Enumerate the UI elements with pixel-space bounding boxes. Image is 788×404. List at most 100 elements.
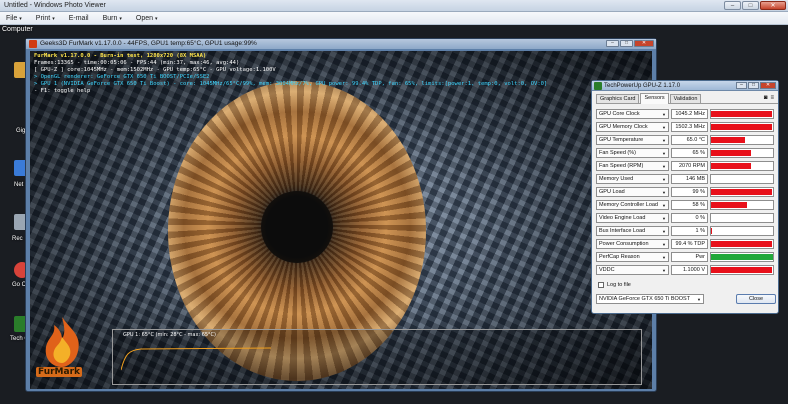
sensor-graph-fill [711, 188, 773, 195]
pupil [261, 191, 333, 263]
sensor-row: Bus Interface Load ▼ 1 % [596, 224, 774, 237]
sensor-row: VDDC ▼ 1.1000 V [596, 263, 774, 276]
menu-email[interactable]: E-mail [69, 15, 89, 22]
sensor-graph-fill [711, 136, 746, 143]
sensor-name-dropdown[interactable]: Memory Used ▼ [596, 173, 669, 184]
sensor-value: 2070 RPM [671, 160, 708, 171]
chevron-down-icon: ▼ [662, 137, 666, 143]
hud-line-test: FurMark v1.17.0.0 - Burn-in test, 1280x7… [34, 53, 207, 59]
sensor-graph [710, 147, 774, 158]
chevron-down-icon: ▼ [662, 254, 666, 260]
sensor-value: 99 % [671, 186, 708, 197]
sensor-name-dropdown[interactable]: Power Consumption ▼ [596, 238, 669, 249]
flame-icon [45, 317, 79, 367]
menu-burn[interactable]: Burn ▾ [103, 15, 122, 22]
sensor-graph-fill [711, 162, 752, 169]
chevron-down-icon: ▾ [155, 15, 158, 22]
sensor-row: Fan Speed (%) ▼ 65 % [596, 146, 774, 159]
desktop-computer-label: Computer [2, 26, 33, 33]
sensor-value: 99.4 % TDP [671, 238, 708, 249]
tab-validation[interactable]: Validation [669, 94, 702, 103]
sensor-graph-fill [711, 240, 773, 247]
tab-sensors[interactable]: Sensors [640, 93, 669, 104]
close-gpuz-button[interactable]: Close [736, 294, 776, 304]
sensor-value: 1.1000 V [671, 264, 708, 275]
sensor-graph-fill [711, 149, 752, 156]
gpuz-footer: NVIDIA GeForce GTX 650 Ti BOOST ▼ Close [596, 294, 778, 304]
sensor-name: Bus Interface Load [599, 227, 646, 234]
close-button[interactable]: ✕ [760, 1, 786, 10]
tab-graphics-card[interactable]: Graphics Card [596, 94, 640, 103]
sensor-name: PerfCap Reason [599, 253, 640, 260]
sensor-value: 1 % [671, 225, 708, 236]
maximize-button[interactable]: □ [620, 40, 633, 47]
sensor-row: GPU Temperature ▼ 65.0 °C [596, 133, 774, 146]
gpuz-tabs: Graphics Card Sensors Validation ◙ ≡ [596, 93, 778, 104]
maximize-button[interactable]: □ [742, 1, 759, 10]
chevron-down-icon: ▼ [662, 215, 666, 221]
close-button[interactable]: ✕ [634, 40, 654, 47]
sensor-graph [710, 225, 774, 236]
gpuz-app-icon [594, 82, 602, 90]
sensor-graph [710, 121, 774, 132]
tab-tools: ◙ ≡ [764, 95, 774, 101]
sensor-row: GPU Core Clock ▼ 1045.2 MHz [596, 107, 774, 120]
log-to-file-row: Log to file [598, 282, 778, 288]
sensor-name-dropdown[interactable]: Fan Speed (%) ▼ [596, 147, 669, 158]
sensor-name-dropdown[interactable]: GPU Core Clock ▼ [596, 108, 669, 119]
gpu-select-value: NVIDIA GeForce GTX 650 Ti BOOST [599, 296, 691, 302]
chevron-down-icon: ▾ [52, 15, 55, 22]
sensor-name: GPU Memory Clock [599, 123, 648, 130]
menu-open[interactable]: Open ▾ [136, 15, 158, 22]
sensor-name-dropdown[interactable]: GPU Memory Clock ▼ [596, 121, 669, 132]
sensor-name: Fan Speed (%) [599, 149, 636, 156]
camera-icon[interactable]: ◙ [764, 95, 768, 101]
sensor-graph-fill [711, 227, 712, 234]
sensor-name-dropdown[interactable]: VDDC ▼ [596, 264, 669, 275]
sensor-name-dropdown[interactable]: Video Engine Load ▼ [596, 212, 669, 223]
furmark-logo-text: FurMark [36, 367, 82, 377]
sensor-name-dropdown[interactable]: GPU Load ▼ [596, 186, 669, 197]
sensor-name-dropdown[interactable]: Memory Controller Load ▼ [596, 199, 669, 210]
desktop-icon-label: Net [14, 182, 24, 188]
minimize-button[interactable]: – [724, 1, 741, 10]
photo-viewer-titlebar: Untitled - Windows Photo Viewer – □ ✕ [0, 0, 788, 12]
sensor-graph [710, 173, 774, 184]
sensor-value: Pwr [671, 251, 708, 262]
graph-label: GPU 1: 65°C (min: 28°C - max: 65°C) [123, 332, 216, 338]
gpuz-window: TechPowerUp GPU-Z 1.17.0 – □ ✕ Graphics … [591, 80, 779, 314]
desktop-icon-label: Gig [16, 128, 26, 134]
sensor-name-dropdown[interactable]: PerfCap Reason ▼ [596, 251, 669, 262]
sensor-graph-fill [711, 253, 773, 260]
hud-line-renderer: > OpenGL renderer: GeForce GTX 650 Ti BO… [34, 74, 210, 80]
gpuz-window-controls: – □ ✕ [736, 82, 776, 89]
hud-line-frames: Frames:13365 - time:00:05:06 - FPS:44 (m… [34, 60, 240, 66]
gpu-select[interactable]: NVIDIA GeForce GTX 650 Ti BOOST ▼ [596, 294, 704, 304]
photo-viewer-menubar: File ▾ Print ▾ E-mail Burn ▾ Open ▾ [0, 12, 788, 25]
log-to-file-label: Log to file [607, 282, 631, 288]
sensor-value: 65 % [671, 147, 708, 158]
sensor-graph [710, 199, 774, 210]
sensor-name-dropdown[interactable]: GPU Temperature ▼ [596, 134, 669, 145]
chevron-down-icon: ▾ [119, 15, 122, 22]
photo-viewer-title: Untitled - Windows Photo Viewer [4, 2, 106, 9]
maximize-button[interactable]: □ [748, 82, 759, 89]
menu-print[interactable]: Print ▾ [36, 15, 55, 22]
log-to-file-checkbox[interactable] [598, 282, 604, 288]
sensor-graph [710, 251, 774, 262]
menu-file[interactable]: File ▾ [6, 15, 22, 22]
menu-icon[interactable]: ≡ [770, 95, 774, 101]
chevron-down-icon: ▼ [662, 150, 666, 156]
minimize-button[interactable]: – [606, 40, 619, 47]
chevron-down-icon: ▼ [697, 297, 701, 302]
chevron-down-icon: ▼ [662, 228, 666, 234]
sensor-name-dropdown[interactable]: Fan Speed (RPM) ▼ [596, 160, 669, 171]
minimize-button[interactable]: – [736, 82, 747, 89]
sensor-graph [710, 264, 774, 275]
furmark-render-view[interactable]: FurMark v1.17.0.0 - Burn-in test, 1280x7… [30, 51, 652, 389]
sensor-name-dropdown[interactable]: Bus Interface Load ▼ [596, 225, 669, 236]
close-button[interactable]: ✕ [760, 82, 776, 89]
sensor-row: Power Consumption ▼ 99.4 % TDP [596, 237, 774, 250]
sensor-graph-fill [711, 266, 772, 273]
sensor-graph [710, 212, 774, 223]
